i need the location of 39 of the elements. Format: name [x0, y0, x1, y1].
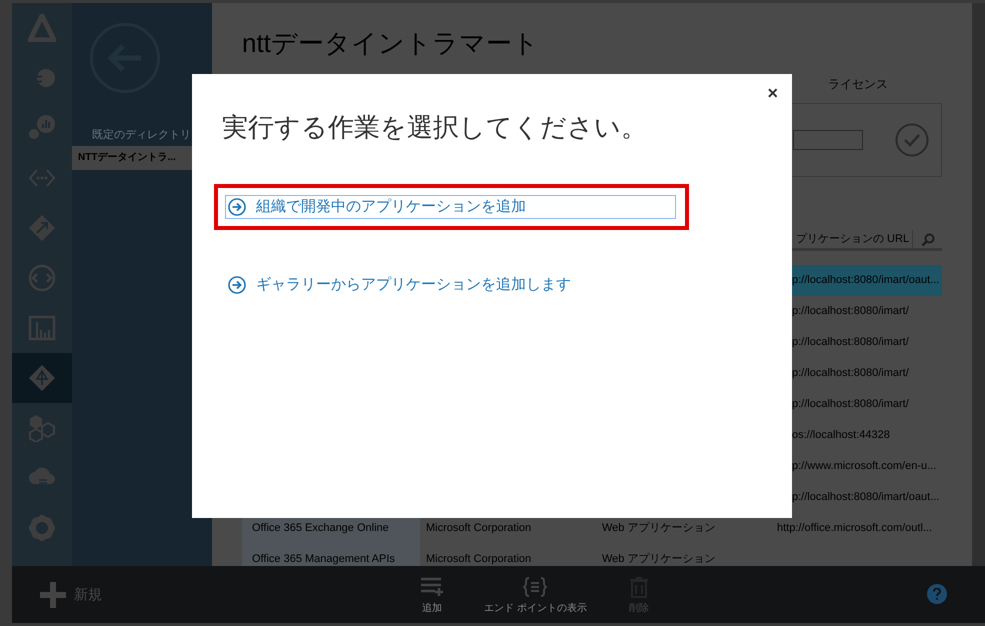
option-link[interactable]: ギャラリーからアプリケーションを追加します: [225, 273, 676, 297]
table-cell-text: http://office.microsoft.com/outl...: [776, 521, 934, 536]
option-link[interactable]: 組織で開発中のアプリケーションを追加: [225, 195, 676, 219]
table-cell: Office 365 Management APIs: [242, 544, 420, 566]
table-cell-text: Web アプリケーション: [601, 520, 716, 536]
input-field[interactable]: [793, 130, 863, 150]
tab[interactable]: ライセンス: [828, 75, 888, 95]
plus-icon[interactable]: [40, 582, 66, 608]
help-icon[interactable]: [927, 584, 947, 604]
command-button[interactable]: エンド ポイントの表示: [480, 576, 591, 616]
close-button[interactable]: ×: [767, 84, 778, 102]
command-button[interactable]: 追加: [392, 576, 472, 616]
table-cell-text: Microsoft Corporation: [425, 552, 532, 566]
table-cell-text: p://localhost:8080/imart/: [791, 304, 910, 320]
triangle-icon[interactable]: [28, 14, 56, 42]
table-cell-text: p://localhost:8080/imart/: [791, 366, 910, 382]
table-cell-text: Microsoft Corporation: [425, 521, 532, 536]
arrows-icon[interactable]: [28, 214, 56, 242]
arrow-circle-icon: [228, 276, 246, 294]
table-cell-text: p://localhost:8080/imart/: [791, 335, 910, 350]
network-icon[interactable]: [28, 364, 56, 392]
table-cell-text: p://www.microsoft.com/en-u...: [791, 459, 938, 474]
braces-icon: [523, 576, 548, 598]
chart-icon[interactable]: [28, 114, 56, 142]
table-cell-text: p://localhost:8080/imart/oaut...: [791, 490, 940, 506]
list-plus-icon: [420, 576, 444, 598]
dialog-title: 実行する作業を選択してください。: [222, 111, 648, 144]
table-cell-text: os://localhost:44328: [791, 428, 891, 444]
search-icon[interactable]: [921, 232, 935, 246]
dashboard-icon[interactable]: [28, 314, 56, 342]
page-title: nttデータイントラマート: [242, 27, 540, 60]
arrows-icon[interactable]: [28, 264, 56, 292]
table-cell-text: Web アプリケーション: [601, 552, 716, 566]
arrow-circle-icon: [228, 198, 246, 216]
checkmark-icon[interactable]: [895, 123, 929, 157]
table-cell-text: p://localhost:8080/imart/: [791, 397, 910, 412]
nav-heading: 既定のディレクトリ: [92, 128, 192, 143]
hexagons-icon[interactable]: [28, 414, 56, 442]
table-cell-text: p://localhost:8080/imart/oaut...: [791, 273, 940, 288]
